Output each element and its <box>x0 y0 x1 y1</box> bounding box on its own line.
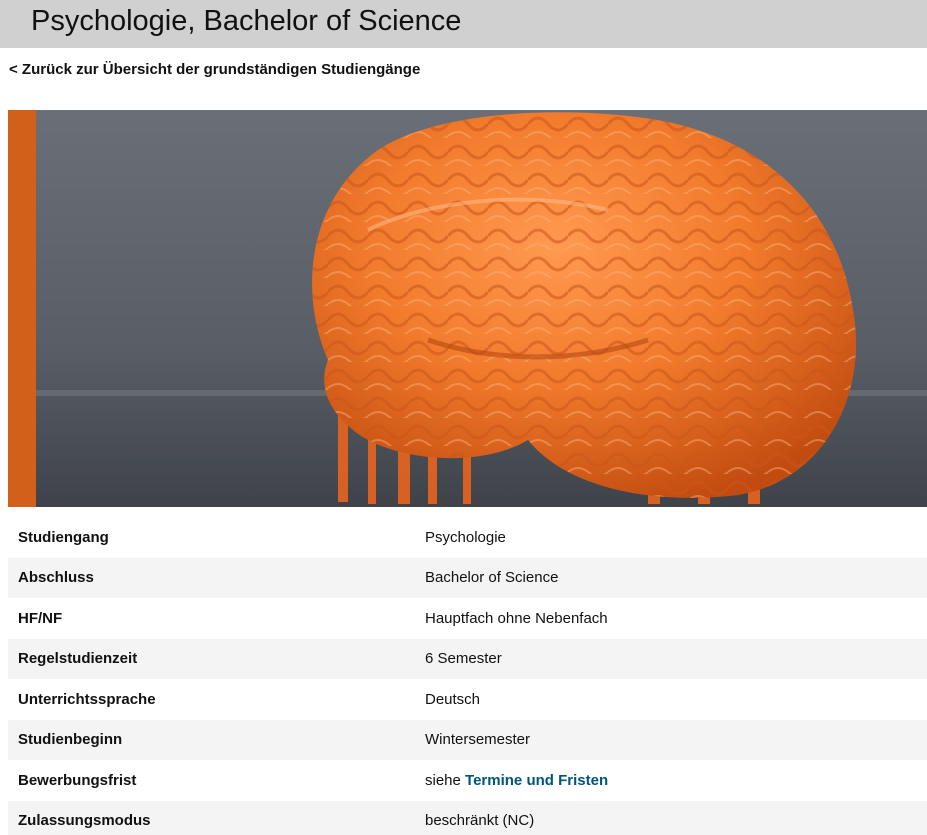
row-value: siehe Termine und Fristen <box>425 760 927 801</box>
row-value: Bachelor of Science <box>425 557 927 598</box>
termine-und-fristen-link[interactable]: Termine und Fristen <box>465 772 608 789</box>
page: Psychologie, Bachelor of Science < Zurüc… <box>0 0 927 835</box>
table-row: Regelstudienzeit 6 Semester <box>8 638 927 679</box>
table-row: Unterrichtssprache Deutsch <box>8 679 927 720</box>
row-label: Regelstudienzeit <box>8 638 425 679</box>
row-label: Abschluss <box>8 557 425 598</box>
table-row: Studienbeginn Wintersemester <box>8 719 927 760</box>
row-value: Psychologie <box>425 528 506 546</box>
title-bar: Psychologie, Bachelor of Science <box>0 0 927 48</box>
table-row: HF/NF Hauptfach ohne Nebenfach <box>8 598 927 639</box>
accent-stripe <box>8 110 36 507</box>
row-label: Bewerbungsfrist <box>18 771 137 789</box>
row-value: Wintersemester <box>425 719 927 760</box>
brain-image-illustration <box>8 110 927 507</box>
row-value: 6 Semester <box>425 638 927 679</box>
row-value: Deutsch <box>425 690 481 708</box>
program-details-table: Studiengang Psychologie Abschluss Bachel… <box>8 517 927 835</box>
row-label: Unterrichtssprache <box>18 690 156 708</box>
table-row: Bewerbungsfrist siehe Termine und Friste… <box>8 760 927 801</box>
hero-image <box>8 110 927 507</box>
page-title: Psychologie, Bachelor of Science <box>31 5 462 37</box>
table-row: Studiengang Psychologie <box>8 517 927 558</box>
table-row: Zulassungsmodus beschränkt (NC) <box>8 800 927 835</box>
row-label: Studiengang <box>18 528 109 546</box>
value-prefix: siehe <box>425 771 461 789</box>
row-value: beschränkt (NC) <box>425 800 927 835</box>
back-to-overview-link[interactable]: < Zurück zur Übersicht der grundständige… <box>9 60 420 80</box>
row-label: Studienbeginn <box>8 719 425 760</box>
row-label: Zulassungsmodus <box>8 800 425 835</box>
row-value: Hauptfach ohne Nebenfach <box>425 609 608 627</box>
row-label: HF/NF <box>18 609 63 627</box>
table-row: Abschluss Bachelor of Science <box>8 557 927 598</box>
